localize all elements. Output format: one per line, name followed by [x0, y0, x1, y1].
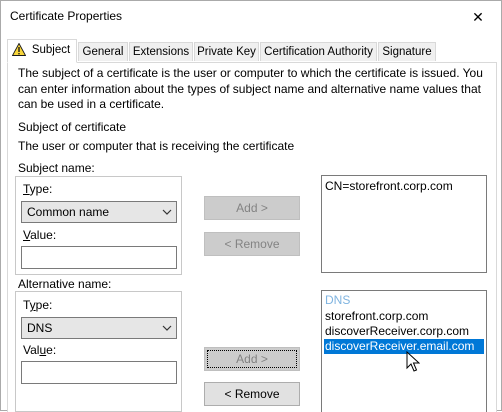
tab-subject[interactable]: Subject — [7, 39, 77, 63]
list-group-header: DNS — [325, 293, 351, 307]
subject-name-label: Subject name: — [18, 161, 95, 175]
subject-value-label: Value: — [23, 228, 57, 242]
alternative-value-input[interactable] — [21, 361, 177, 384]
tab-subject-label: Subject — [31, 44, 71, 56]
list-item[interactable]: CN=storefront.corp.com — [325, 179, 453, 194]
subject-value-input[interactable] — [21, 246, 177, 269]
alternative-type-label: Type: — [23, 298, 53, 312]
window-title: Certificate Properties — [10, 9, 123, 23]
alternative-name-list[interactable]: DNS storefront.corp.com discoverReceiver… — [321, 290, 487, 412]
subject-remove-button[interactable]: < Remove — [204, 232, 300, 256]
alternative-type-select[interactable]: DNS — [21, 317, 177, 339]
subject-name-group: Type: Common name Value: — [15, 176, 182, 275]
subject-of-certificate-heading: Subject of certificate — [18, 120, 127, 134]
mouse-cursor-icon — [406, 351, 420, 372]
alternative-value-label: Value: — [23, 343, 57, 357]
list-item-selected[interactable]: discoverReceiver.email.com — [324, 339, 484, 354]
alternative-remove-button[interactable]: < Remove — [204, 382, 300, 406]
tab-strip: Subject General Extensions Private Key C… — [7, 39, 497, 63]
close-icon[interactable]: ✕ — [464, 7, 492, 27]
subject-type-value: Common name — [27, 205, 110, 219]
tab-signature[interactable]: Signature — [378, 42, 436, 61]
tab-private-key[interactable]: Private Key — [194, 42, 259, 61]
certificate-properties-dialog: Certificate Properties ✕ Subject General… — [0, 0, 502, 412]
subject-add-button[interactable]: Add > — [204, 196, 300, 220]
subject-name-list[interactable]: CN=storefront.corp.com — [321, 175, 487, 273]
alternative-name-group: Type: DNS Value: — [15, 291, 182, 412]
intro-text: The subject of a certificate is the user… — [18, 66, 483, 111]
alternative-type-value: DNS — [27, 321, 53, 335]
chevron-down-icon — [162, 325, 172, 331]
subject-of-certificate-description: The user or computer that is receiving t… — [18, 139, 295, 153]
title-bar: Certificate Properties ✕ — [1, 1, 501, 33]
list-item[interactable]: storefront.corp.com — [325, 309, 428, 324]
subject-type-select[interactable]: Common name — [21, 201, 177, 223]
warning-icon — [12, 43, 26, 56]
subject-type-label: Type: — [23, 182, 53, 196]
chevron-down-icon — [162, 209, 172, 215]
tab-extensions[interactable]: Extensions — [129, 42, 193, 61]
tab-certification-authority[interactable]: Certification Authority — [260, 42, 377, 61]
list-item[interactable]: discoverReceiver.corp.com — [325, 324, 469, 339]
tab-general[interactable]: General — [78, 42, 128, 61]
alternative-add-button[interactable]: Add > — [204, 347, 300, 371]
alternative-name-label: Alternative name: — [18, 277, 112, 291]
